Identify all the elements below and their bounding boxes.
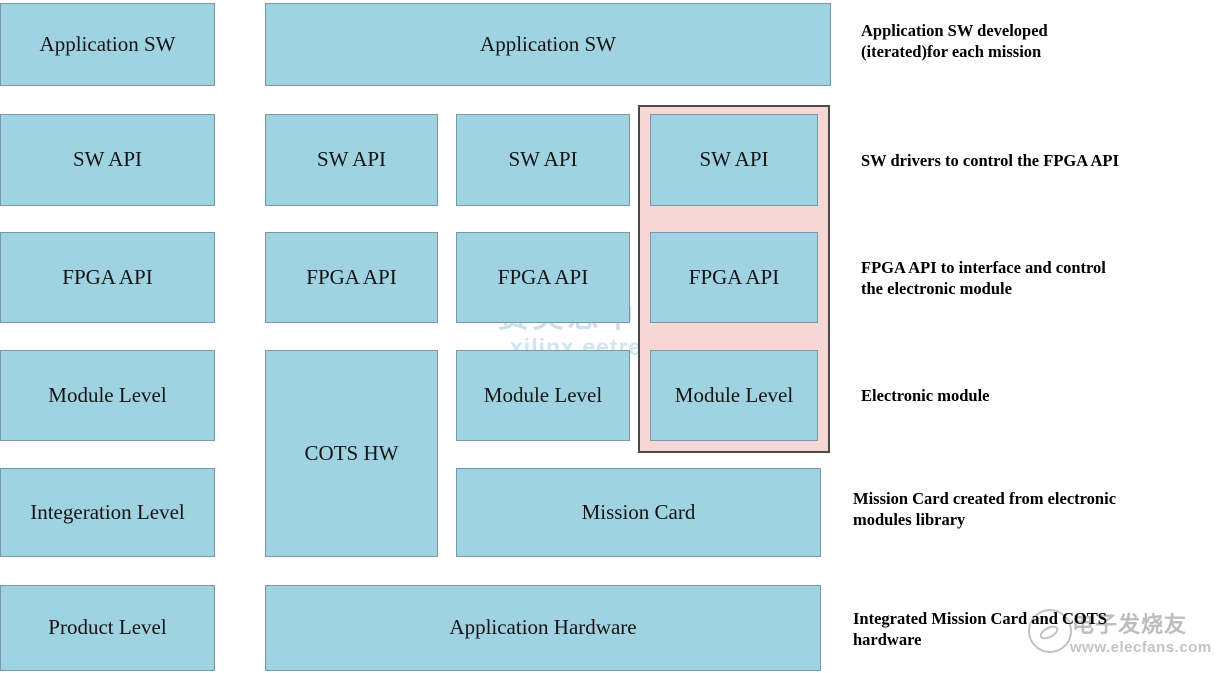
note-line: hardware [853, 630, 922, 649]
diagram-canvas: 赛灵思中文社区 xilinx.eetrend.com 电子发烧友 www.ele… [0, 0, 1220, 673]
note-line: Integrated Mission Card and COTS [853, 609, 1107, 628]
level-label: SW API [72, 147, 143, 172]
level-box-sw-api[interactable]: SW API [0, 114, 215, 206]
stack-box-sw-api-col2[interactable]: SW API [265, 114, 438, 206]
level-label: Product Level [48, 615, 167, 640]
stack-label: FPGA API [306, 264, 397, 289]
stack-box-fpga-api-col2[interactable]: FPGA API [265, 232, 438, 323]
stack-label: Application Hardware [449, 615, 637, 640]
level-box-fpga-api[interactable]: FPGA API [0, 232, 215, 323]
level-label: Application SW [39, 31, 176, 56]
note-line: Mission Card created from electronic [853, 489, 1117, 508]
level-label: FPGA API [62, 264, 153, 289]
highlighted-box-module-level[interactable]: Module Level [650, 350, 818, 441]
note-mission-card: Mission Card created from electronic mod… [853, 488, 1213, 530]
stack-label: Module Level [674, 382, 794, 407]
stack-box-mission-card[interactable]: Mission Card [456, 468, 821, 557]
level-box-product-level[interactable]: Product Level [0, 585, 215, 671]
stack-label: SW API [508, 147, 578, 172]
level-label: Integeration Level [30, 499, 185, 524]
note-line: FPGA API to interface and control [861, 258, 1106, 277]
level-label: Module Level [48, 382, 167, 407]
stack-box-application-sw[interactable]: Application SW [265, 3, 831, 86]
stack-box-application-hardware[interactable]: Application Hardware [265, 585, 821, 671]
level-box-application-sw[interactable]: Application SW [0, 3, 215, 86]
note-electronic-module: Electronic module [861, 385, 1211, 406]
note-sw-drivers: SW drivers to control the FPGA API [861, 150, 1213, 171]
note-fpga-api: FPGA API to interface and control the el… [861, 257, 1211, 299]
stack-label: SW API [316, 147, 387, 172]
stack-label: Application SW [480, 31, 616, 56]
stack-label: Mission Card [581, 499, 696, 524]
level-box-integeration-level[interactable]: Integeration Level [0, 468, 215, 557]
level-box-module-level[interactable]: Module Level [0, 350, 215, 441]
note-application-sw: Application SW developed (iterated)for e… [861, 20, 1211, 62]
note-line: modules library [853, 510, 966, 529]
note-integrated-mission-card: Integrated Mission Card and COTS hardwar… [853, 608, 1213, 650]
stack-box-fpga-api-col3[interactable]: FPGA API [456, 232, 630, 323]
stack-box-sw-api-col3[interactable]: SW API [456, 114, 630, 206]
stack-label: COTS HW [304, 440, 399, 465]
highlighted-box-fpga-api[interactable]: FPGA API [650, 232, 818, 323]
highlighted-box-sw-api[interactable]: SW API [650, 114, 818, 206]
note-line: SW drivers to control the FPGA API [861, 151, 1119, 170]
stack-box-cots-hw[interactable]: COTS HW [265, 350, 438, 557]
note-line: the electronic module [861, 279, 1012, 298]
note-line: Electronic module [861, 386, 990, 405]
note-line: (iterated)for each mission [861, 42, 1042, 61]
stack-label: FPGA API [688, 264, 780, 289]
stack-label: SW API [699, 147, 769, 172]
note-line: Application SW developed [861, 21, 1048, 40]
stack-box-module-level-col3[interactable]: Module Level [456, 350, 630, 441]
stack-label: Module Level [483, 382, 603, 407]
stack-label: FPGA API [497, 264, 589, 289]
